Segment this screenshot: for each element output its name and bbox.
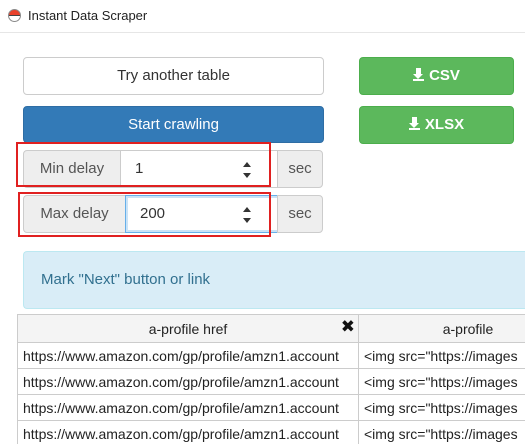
table-row: https://www.amazon.com/gp/profile/amzn1.…	[17, 420, 525, 444]
table-cell: https://www.amazon.com/gp/profile/amzn1.…	[17, 342, 359, 369]
table-row: https://www.amazon.com/gp/profile/amzn1.…	[17, 342, 525, 369]
max-delay-highlight	[18, 192, 271, 237]
download-icon	[408, 117, 420, 130]
column-header-a-profile[interactable]: a-profile	[358, 314, 525, 343]
column-header-label: a-profile href	[148, 320, 228, 337]
remove-column-icon[interactable]: ✖	[341, 317, 355, 337]
column-header-a-profile-href[interactable]: a-profile href ✖	[17, 314, 359, 343]
table-cell: <img src="https://images	[358, 394, 525, 421]
data-table: a-profile href ✖ a-profile https://www.a…	[17, 314, 525, 444]
try-another-table-button[interactable]: Try another table	[23, 57, 324, 95]
data-table-container[interactable]: a-profile href ✖ a-profile https://www.a…	[17, 314, 525, 444]
window-title: Instant Data Scraper	[28, 8, 148, 23]
xlsx-label: XLSX	[424, 116, 465, 133]
table-cell: <img src="https://images	[358, 342, 525, 369]
xlsx-button[interactable]: XLSX	[359, 106, 514, 144]
table-cell: <img src="https://images	[358, 368, 525, 395]
min-delay-unit: sec	[277, 150, 323, 188]
pokeball-icon	[8, 9, 21, 22]
next-button-info-panel: Mark "Next" button or link	[23, 251, 525, 309]
table-row: https://www.amazon.com/gp/profile/amzn1.…	[17, 394, 525, 421]
csv-button[interactable]: CSV	[359, 57, 514, 95]
download-icon	[413, 68, 425, 81]
start-crawling-button[interactable]: Start crawling	[23, 106, 324, 143]
table-header-row: a-profile href ✖ a-profile	[17, 314, 525, 343]
title-bar: Instant Data Scraper	[0, 0, 525, 33]
max-delay-unit: sec	[277, 195, 323, 233]
column-header-label: a-profile	[442, 320, 494, 337]
table-cell: https://www.amazon.com/gp/profile/amzn1.…	[17, 394, 359, 421]
table-cell: https://www.amazon.com/gp/profile/amzn1.…	[17, 368, 359, 395]
min-delay-highlight	[16, 142, 271, 187]
try-another-table-label: Try another table	[117, 67, 230, 84]
next-button-instruction: Mark "Next" button or link	[41, 271, 211, 288]
table-cell: https://www.amazon.com/gp/profile/amzn1.…	[17, 420, 359, 444]
table-row: https://www.amazon.com/gp/profile/amzn1.…	[17, 368, 525, 395]
start-crawling-label: Start crawling	[128, 116, 219, 133]
csv-label: CSV	[429, 67, 460, 84]
table-cell: <img src="https://images	[358, 420, 525, 444]
